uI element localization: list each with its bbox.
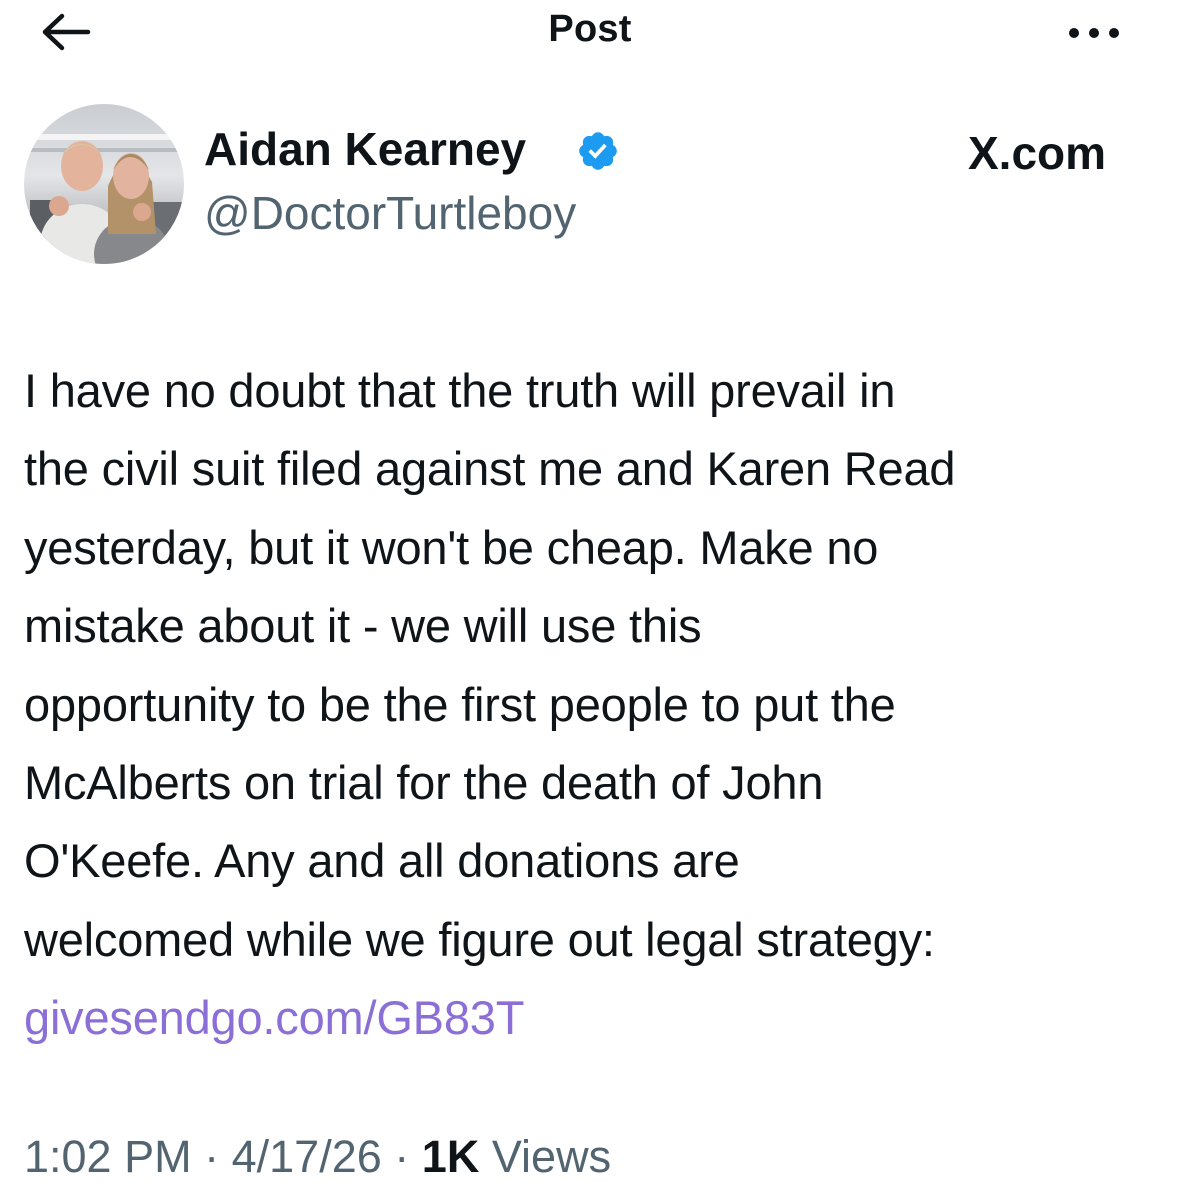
post-text-line: McAlberts on trial for the death of John <box>24 756 824 810</box>
donation-link[interactable]: givesendgo.com/GB83T <box>24 991 524 1044</box>
more-options-button[interactable] <box>1064 18 1124 48</box>
post-text-line: mistake about it - we will use this <box>24 599 702 653</box>
meta-separator: · <box>394 1131 410 1182</box>
views-count: 1K <box>421 1131 480 1182</box>
post-time[interactable]: 1:02 PM <box>24 1131 192 1182</box>
page-title: Post <box>548 8 632 50</box>
post-date[interactable]: 4/17/26 <box>232 1131 382 1182</box>
post-text-line: the civil suit filed against me and Kare… <box>24 442 956 496</box>
post-text-line: I have no doubt that the truth will prev… <box>24 364 896 417</box>
post-text: I have no doubt that the truth will prev… <box>24 352 1164 1058</box>
post-text-line: O'Keefe. Any and all donations are <box>24 834 740 888</box>
post-text-line: yesterday, but it won't be cheap. Make n… <box>24 520 879 574</box>
author-display-name[interactable]: Aidan Kearney <box>204 126 526 172</box>
avatar-photo <box>24 104 184 264</box>
meta-separator: · <box>204 1131 220 1182</box>
post-meta: 1:02 PM · 4/17/26 · 1K Views <box>24 1134 611 1179</box>
verified-badge-icon <box>579 132 617 170</box>
views-label: Views <box>491 1131 612 1182</box>
post-text-line: opportunity to be the first people to pu… <box>24 677 896 731</box>
author-handle[interactable]: @DoctorTurtleboy <box>204 190 576 236</box>
avatar[interactable] <box>24 104 184 264</box>
source-label: X.com <box>968 127 1107 179</box>
post-text-line: welcomed while we figure out legal strat… <box>24 912 935 966</box>
top-bar: Post <box>0 0 1180 64</box>
more-horizontal-icon <box>1069 28 1119 38</box>
